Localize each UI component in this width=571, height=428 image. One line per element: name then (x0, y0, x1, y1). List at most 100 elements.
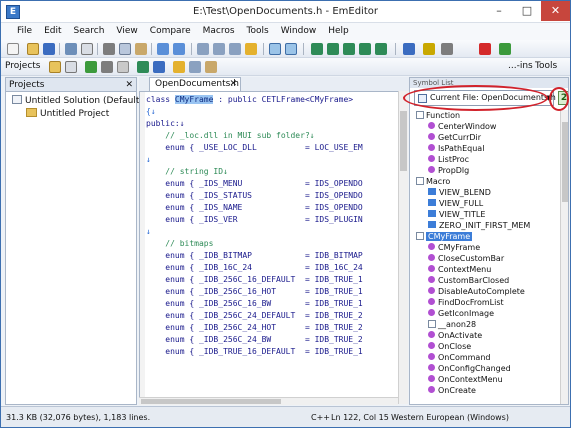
wrap-icon[interactable] (269, 43, 281, 55)
plugin-icon-1[interactable] (137, 61, 149, 73)
symbol-tree-item[interactable]: ZERO_INIT_FIRST_MEM (428, 220, 530, 231)
project-node[interactable]: Untitled Project (26, 108, 109, 120)
project-option-icon[interactable] (117, 61, 129, 73)
symbol-tree-item[interactable]: CloseCustomBar (428, 253, 504, 264)
view-icon-2[interactable] (327, 43, 339, 55)
open-folder-icon[interactable] (27, 43, 39, 55)
menu-window[interactable]: Window (275, 23, 323, 40)
symbol-tree-item[interactable]: OnConfigChanged (428, 363, 511, 374)
record-macro-icon[interactable] (479, 43, 491, 55)
symbol-label: Macro (426, 177, 451, 186)
save-icon[interactable] (43, 43, 55, 55)
symbol-tree-item[interactable]: OnClose (428, 341, 471, 352)
paste-icon[interactable] (135, 43, 147, 55)
macro-symbol-icon (428, 199, 436, 206)
new-file-icon[interactable] (7, 43, 19, 55)
symbol-tree-item[interactable]: Macro (416, 176, 450, 187)
menu-tools[interactable]: Tools (241, 23, 275, 40)
symbol-tree-item[interactable]: VIEW_FULL (428, 198, 483, 209)
menu-edit[interactable]: Edit (38, 23, 67, 40)
view-icon-3[interactable] (343, 43, 355, 55)
status-language[interactable]: C++ (311, 407, 330, 428)
code-editor[interactable]: class CMyFrame : public CETLFrame<CMyFra… (139, 91, 407, 404)
preview-icon[interactable] (81, 43, 93, 55)
editor-vertical-scrollbar[interactable] (398, 91, 408, 404)
view-icon-4[interactable] (359, 43, 371, 55)
undo-icon[interactable] (157, 43, 169, 55)
view-icon-1[interactable] (311, 43, 323, 55)
expand-toggle-icon (428, 320, 436, 328)
symbol-tree-item[interactable]: CenterWindow (428, 121, 496, 132)
symbol-tree-item[interactable]: OnContextMenu (428, 374, 503, 385)
minimize-button[interactable]: – (485, 1, 513, 21)
menu-search[interactable]: Search (68, 23, 111, 40)
symbol-tree-item[interactable]: CustomBarClosed (428, 275, 509, 286)
editor-horizontal-scrollbar[interactable] (139, 397, 398, 405)
run-macro-icon[interactable] (499, 43, 511, 55)
function-symbol-icon (428, 166, 435, 173)
menu-macros[interactable]: Macros (197, 23, 241, 40)
menu-view[interactable]: View (110, 23, 143, 40)
symbol-tree-item[interactable]: IsPathEqual (428, 143, 484, 154)
symbol-tree-item[interactable]: DisableAutoComplete (428, 286, 525, 297)
symbol-tree-item[interactable]: VIEW_TITLE (428, 209, 485, 220)
cut-icon[interactable] (103, 43, 115, 55)
print-icon[interactable] (65, 43, 77, 55)
replace-icon[interactable] (229, 43, 241, 55)
code-line: enum { _USE_LOC_DLL = LOC_USE_EM (146, 143, 363, 152)
scrollbar-thumb[interactable] (400, 111, 407, 171)
symbol-tree-item[interactable]: Function (416, 110, 460, 121)
symbol-tree-item[interactable]: ContextMenu (428, 264, 491, 275)
scrollbar-thumb[interactable] (562, 122, 568, 202)
open-project-icon[interactable] (49, 61, 61, 73)
macro-symbol-icon (428, 221, 436, 228)
symbol-tree-item[interactable]: CMyFrame (416, 231, 473, 242)
symbol-tree-item[interactable]: GetIconImage (428, 308, 494, 319)
status-position[interactable]: Ln 122, Col 15 (331, 407, 389, 428)
macro-icon[interactable] (403, 43, 415, 55)
copy-icon[interactable] (119, 43, 131, 55)
symbol-tree-item[interactable]: ListProc (428, 154, 469, 165)
plugin-icon-3[interactable] (173, 61, 185, 73)
symbol-tree-item[interactable]: __anon28 (428, 319, 476, 330)
close-icon[interactable]: ✕ (125, 78, 133, 92)
plugin-icon-5[interactable] (205, 61, 217, 73)
symbol-tree-item[interactable]: OnCommand (428, 352, 490, 363)
tools-icon[interactable] (423, 43, 435, 55)
scrollbar-thumb[interactable] (141, 399, 281, 404)
menu-compare[interactable]: Compare (144, 23, 197, 40)
symbol-tree-item[interactable]: OnCreate (428, 385, 476, 396)
code-token: class (146, 95, 175, 104)
tab-label: OpenDocuments.h (155, 79, 239, 89)
status-encoding[interactable]: Western European (Windows) (391, 407, 509, 428)
menu-file[interactable]: File (11, 23, 38, 40)
symbol-tree-item[interactable]: VIEW_BLEND (428, 187, 491, 198)
symbol-tree-item[interactable]: FindDocFromList (428, 297, 504, 308)
solution-node[interactable]: Untitled Solution (Default) (12, 95, 143, 107)
project-settings-icon[interactable] (101, 61, 113, 73)
tab-opendocuments-h[interactable]: OpenDocuments.h ✕ (149, 77, 241, 91)
find-icon[interactable] (197, 43, 209, 55)
plugin-icon-2[interactable] (153, 61, 165, 73)
config-icon[interactable] (441, 43, 453, 55)
close-button[interactable]: ✕ (541, 1, 570, 21)
view-icon-5[interactable] (375, 43, 387, 55)
project-file-icon[interactable] (65, 61, 77, 73)
find-next-icon[interactable] (213, 43, 225, 55)
wrap-window-icon[interactable] (285, 43, 297, 55)
maximize-button[interactable]: □ (513, 1, 541, 21)
menu-help[interactable]: Help (322, 23, 355, 40)
symbol-list-scrollbar[interactable] (560, 110, 568, 404)
close-icon[interactable]: ✕ (229, 78, 237, 91)
symbol-tree-item[interactable]: PropDlg (428, 165, 469, 176)
highlight-icon[interactable] (245, 43, 257, 55)
symbol-tree-item[interactable]: CMyFrame (428, 242, 480, 253)
build-icon[interactable] (85, 61, 97, 73)
status-bar: 31.3 KB (32,076 bytes), 1,183 lines. C++… (1, 406, 570, 427)
redo-icon[interactable] (173, 43, 185, 55)
toolbar-separator (59, 43, 60, 55)
symbol-tree-item[interactable]: GetCurrDir (428, 132, 481, 143)
plugin-icon-4[interactable] (189, 61, 201, 73)
symbol-label: CenterWindow (438, 122, 497, 131)
symbol-tree-item[interactable]: OnActivate (428, 330, 482, 341)
